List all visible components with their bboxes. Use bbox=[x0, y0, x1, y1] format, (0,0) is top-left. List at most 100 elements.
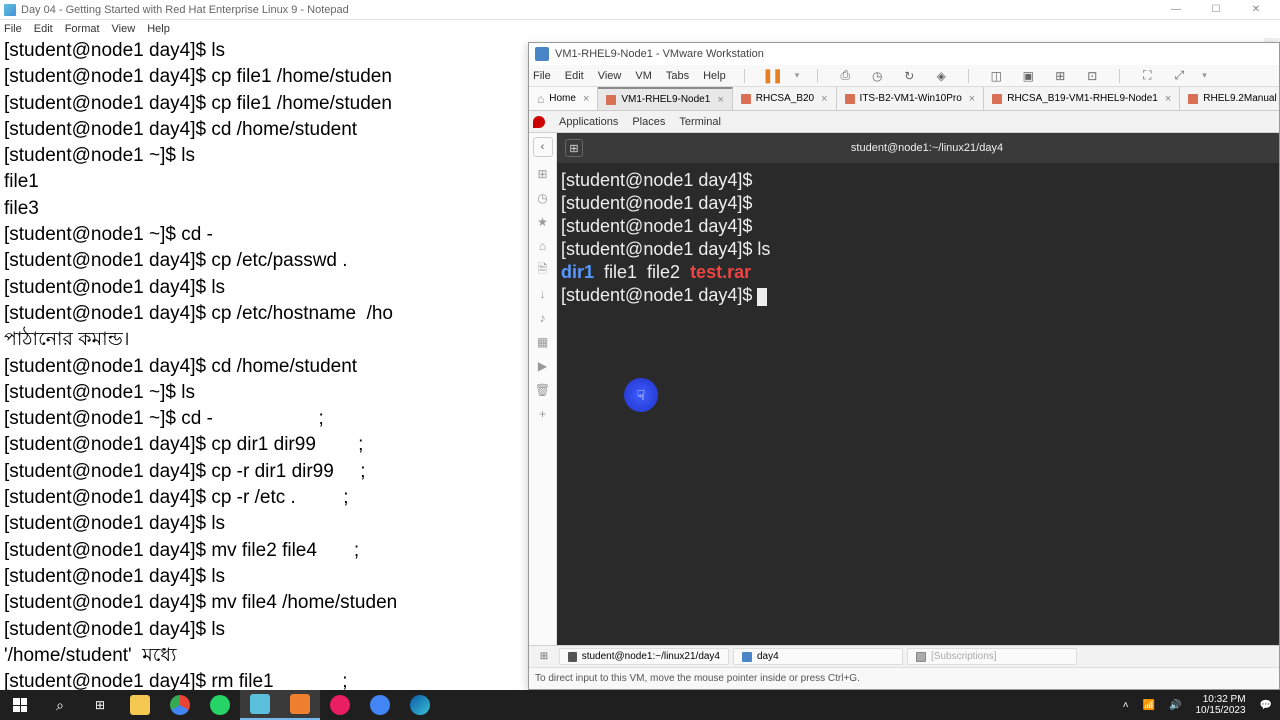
layout3-icon[interactable]: ⊞ bbox=[1051, 67, 1069, 85]
menu-help[interactable]: Help bbox=[147, 23, 170, 35]
layout-icon[interactable]: ◫ bbox=[987, 67, 1005, 85]
show-desktop-icon[interactable]: ⊞ bbox=[533, 648, 555, 666]
vm-menu-help[interactable]: Help bbox=[703, 70, 726, 82]
task-view-button[interactable]: ⊞ bbox=[80, 690, 120, 720]
vm-menu-tabs[interactable]: Tabs bbox=[666, 70, 689, 82]
vmware-icon bbox=[535, 47, 549, 61]
vmware-titlebar[interactable]: VM1-RHEL9-Node1 - VMware Workstation bbox=[529, 43, 1279, 65]
menu-edit[interactable]: Edit bbox=[34, 23, 53, 35]
vmware-tabs: ⌂ Home × VM1-RHEL9-Node1 × RHCSA_B20 × I… bbox=[529, 87, 1279, 111]
add-location-icon[interactable]: + bbox=[536, 407, 550, 421]
menu-file[interactable]: File bbox=[4, 23, 22, 35]
search-button[interactable]: ⌕ bbox=[40, 690, 80, 720]
tab-home[interactable]: ⌂ Home × bbox=[529, 87, 598, 110]
separator bbox=[744, 69, 745, 83]
terminal-taskbar-icon bbox=[568, 652, 577, 662]
vmware-window: VM1-RHEL9-Node1 - VMware Workstation Fil… bbox=[528, 42, 1280, 690]
vm-menu-file[interactable]: File bbox=[533, 70, 551, 82]
panel-places[interactable]: Places bbox=[632, 116, 665, 128]
gnome-terminal: ⊞ student@node1:~/linux21/day4 [student@… bbox=[557, 133, 1279, 645]
back-button[interactable]: ‹ bbox=[533, 137, 553, 157]
taskbar-files[interactable]: day4 bbox=[733, 648, 903, 665]
vmware-taskbar-button[interactable] bbox=[280, 690, 320, 720]
revert-icon[interactable]: ↻ bbox=[900, 67, 918, 85]
manage-icon[interactable]: ◈ bbox=[932, 67, 950, 85]
whatsapp-button[interactable] bbox=[200, 690, 240, 720]
tab-rhel92manual[interactable]: RHEL9.2Manual × bbox=[1180, 87, 1279, 110]
separator bbox=[968, 69, 969, 83]
notepad-titlebar[interactable]: Day 04 - Getting Started with Red Hat En… bbox=[0, 0, 1280, 20]
menu-format[interactable]: Format bbox=[65, 23, 100, 35]
pause-vm-icon[interactable]: ❚❚ bbox=[763, 67, 781, 85]
videos-icon[interactable]: ▶ bbox=[536, 359, 550, 373]
taskbar-terminal[interactable]: student@node1:~/linux21/day4 bbox=[559, 648, 729, 665]
layout2-icon[interactable]: ▣ bbox=[1019, 67, 1037, 85]
notifications-icon[interactable]: 💬 bbox=[1260, 700, 1272, 711]
terminal-titlebar[interactable]: ⊞ student@node1:~/linux21/day4 bbox=[557, 133, 1279, 163]
panel-terminal[interactable]: Terminal bbox=[679, 116, 721, 128]
close-button[interactable]: ✕ bbox=[1236, 1, 1276, 19]
subscriptions-icon bbox=[916, 652, 926, 662]
tab-vm1-rhel9[interactable]: VM1-RHEL9-Node1 × bbox=[598, 87, 732, 110]
edge-button[interactable] bbox=[400, 690, 440, 720]
fit-icon[interactable]: ⤢ bbox=[1170, 67, 1188, 85]
gnome-taskbar: ⊞ student@node1:~/linux21/day4 day4 [Sub… bbox=[529, 645, 1279, 667]
close-icon[interactable]: × bbox=[583, 93, 589, 105]
file-explorer-button[interactable] bbox=[120, 690, 160, 720]
vm-tab-icon bbox=[845, 94, 855, 104]
network-icon[interactable]: 📶 bbox=[1143, 700, 1155, 711]
fullscreen-icon[interactable]: ⛶ bbox=[1138, 67, 1156, 85]
vm-menu-view[interactable]: View bbox=[598, 70, 622, 82]
dropdown-icon[interactable]: ▾ bbox=[795, 70, 800, 81]
tab-rhcsa-b20[interactable]: RHCSA_B20 × bbox=[733, 87, 837, 110]
system-tray[interactable]: ˄ 📶 🔊 10:32 PM 10/15/2023 💬 bbox=[1115, 694, 1280, 716]
app-button[interactable] bbox=[320, 690, 360, 720]
redhat-icon[interactable] bbox=[533, 116, 545, 128]
close-icon[interactable]: × bbox=[1165, 93, 1171, 105]
menu-view[interactable]: View bbox=[112, 23, 136, 35]
starred-icon[interactable]: ★ bbox=[536, 215, 550, 229]
vm-tab-icon bbox=[741, 94, 751, 104]
vm-menu-edit[interactable]: Edit bbox=[565, 70, 584, 82]
panel-applications[interactable]: Applications bbox=[559, 116, 618, 128]
tab-rhcsa-b19[interactable]: RHCSA_B19-VM1-RHEL9-Node1 × bbox=[984, 87, 1180, 110]
vm-menu-vm[interactable]: VM bbox=[635, 70, 652, 82]
clock-icon[interactable]: ◷ bbox=[868, 67, 886, 85]
terminal-body[interactable]: [student@node1 day4]$ [student@node1 day… bbox=[557, 163, 1279, 645]
tab-its-win10[interactable]: ITS-B2-VM1-Win10Pro × bbox=[837, 87, 985, 110]
windows-logo-icon bbox=[13, 698, 27, 712]
home-folder-icon[interactable]: ⌂ bbox=[536, 239, 550, 253]
downloads-icon[interactable]: ↓ bbox=[536, 287, 550, 301]
tray-chevron-icon[interactable]: ˄ bbox=[1123, 700, 1129, 711]
taskbar-clock[interactable]: 10:32 PM 10/15/2023 bbox=[1195, 694, 1245, 716]
close-icon[interactable]: × bbox=[717, 94, 723, 106]
start-button[interactable] bbox=[0, 690, 40, 720]
minimize-button[interactable]: — bbox=[1156, 1, 1196, 19]
recent-icon[interactable]: ◷ bbox=[536, 191, 550, 205]
new-terminal-tab-icon[interactable]: ⊞ bbox=[565, 139, 583, 157]
directory-name: dir1 bbox=[561, 262, 594, 282]
vm-tab-icon bbox=[1188, 94, 1198, 104]
documents-icon[interactable]: 🗎 bbox=[536, 263, 550, 277]
music-icon[interactable]: ♪ bbox=[536, 311, 550, 325]
cursor-highlight bbox=[624, 378, 658, 412]
close-icon[interactable]: × bbox=[821, 93, 827, 105]
snapshot-icon[interactable]: ⎙ bbox=[836, 67, 854, 85]
vm-tab-icon bbox=[606, 95, 616, 105]
pictures-icon[interactable]: ▦ bbox=[536, 335, 550, 349]
new-tab-icon[interactable]: ⊞ bbox=[536, 167, 550, 181]
unity-icon[interactable]: ⊡ bbox=[1083, 67, 1101, 85]
trash-icon[interactable]: 🗑 bbox=[536, 383, 550, 397]
taskbar-subscriptions[interactable]: [Subscriptions] bbox=[907, 648, 1077, 665]
notepad-taskbar-button[interactable] bbox=[240, 690, 280, 720]
close-icon[interactable]: × bbox=[969, 93, 975, 105]
dropdown-icon[interactable]: ▾ bbox=[1202, 70, 1207, 81]
terminal-title: student@node1:~/linux21/day4 bbox=[583, 142, 1271, 154]
vmware-status-hint: To direct input to this VM, move the mou… bbox=[529, 667, 1279, 689]
chrome-button[interactable] bbox=[160, 690, 200, 720]
separator bbox=[817, 69, 818, 83]
chromium-button[interactable] bbox=[360, 690, 400, 720]
maximize-button[interactable]: ☐ bbox=[1196, 1, 1236, 19]
notepad-icon bbox=[4, 4, 16, 16]
volume-icon[interactable]: 🔊 bbox=[1169, 700, 1181, 711]
